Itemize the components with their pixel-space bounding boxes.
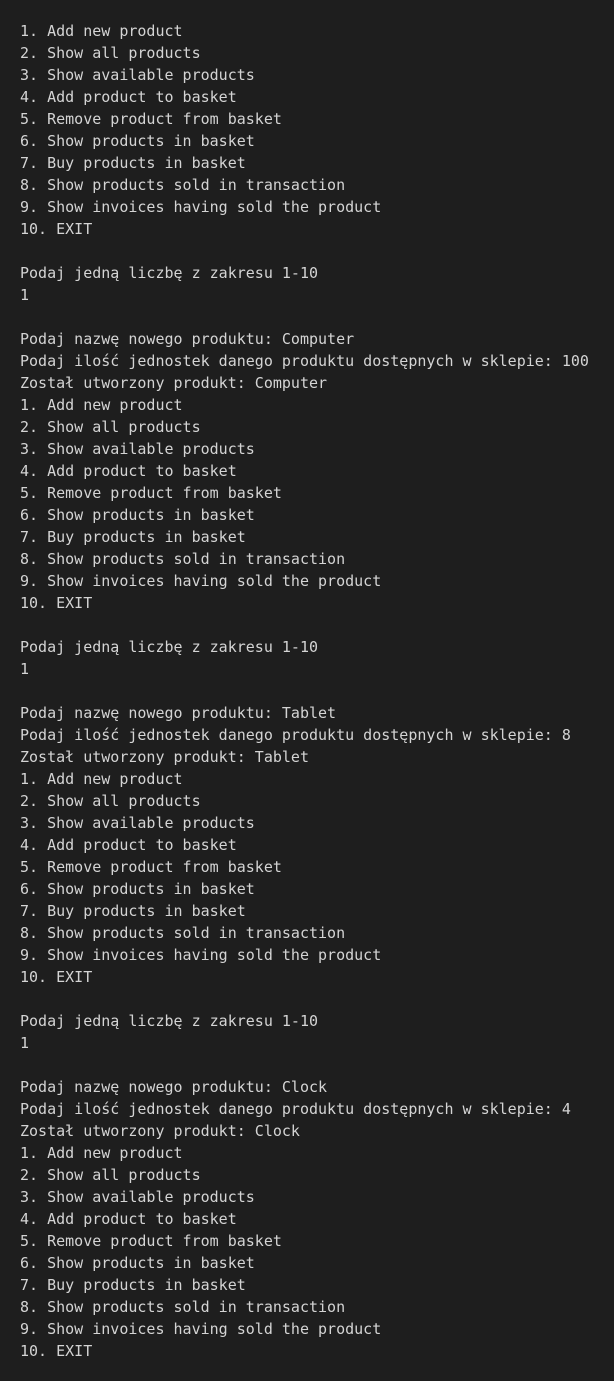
terminal-line: 3. Show available products — [20, 814, 255, 832]
terminal-line: 9. Show invoices having sold the product — [20, 946, 382, 964]
terminal-line: Podaj ilość jednostek danego produktu do… — [20, 1100, 571, 1118]
terminal-line: 3. Show available products — [20, 1188, 255, 1206]
terminal-line: 2. Show all products — [20, 44, 201, 62]
terminal-line: Został utworzony produkt: Clock — [20, 1122, 300, 1140]
terminal-line: Podaj nazwę nowego produktu: Clock — [20, 1078, 328, 1096]
terminal-output[interactable]: 1. Add new product 2. Show all products 3.… — [0, 0, 614, 1381]
terminal-line: 6. Show products in basket — [20, 880, 255, 898]
terminal-line: 1 — [20, 1034, 30, 1052]
terminal-line: 4. Add product to basket — [20, 1210, 237, 1228]
terminal-line: 7. Buy products in basket — [20, 154, 246, 172]
terminal-line: 1. Add new product — [20, 770, 183, 788]
terminal-line: 1. Add new product — [20, 22, 183, 40]
terminal-line: Podaj ilość jednostek danego produktu do… — [20, 352, 589, 370]
terminal-line: 9. Show invoices having sold the product — [20, 198, 382, 216]
terminal-line: 7. Buy products in basket — [20, 902, 246, 920]
terminal-line: 10. EXIT — [20, 968, 93, 986]
terminal-line: Podaj jedną liczbę z zakresu 1-10 — [20, 638, 319, 656]
terminal-line: Podaj ilość jednostek danego produktu do… — [20, 726, 571, 744]
terminal-line: 1 — [20, 660, 30, 678]
terminal-line: Podaj jedną liczbę z zakresu 1-10 — [20, 1012, 319, 1030]
terminal-line: 1 — [20, 286, 30, 304]
terminal-line: Podaj nazwę nowego produktu: Computer — [20, 330, 355, 348]
terminal-line: 1. Add new product — [20, 396, 183, 414]
terminal-line: Podaj nazwę nowego produktu: Tablet — [20, 704, 337, 722]
terminal-line: 5. Remove product from basket — [20, 110, 282, 128]
terminal-line: 5. Remove product from basket — [20, 858, 282, 876]
terminal-line: 9. Show invoices having sold the product — [20, 1320, 382, 1338]
terminal-line: 7. Buy products in basket — [20, 528, 246, 546]
terminal-line: 6. Show products in basket — [20, 1254, 255, 1272]
terminal-line: 10. EXIT — [20, 594, 93, 612]
terminal-line: 8. Show products sold in transaction — [20, 176, 346, 194]
terminal-line: 2. Show all products — [20, 792, 201, 810]
terminal-line: 4. Add product to basket — [20, 88, 237, 106]
terminal-line: 5. Remove product from basket — [20, 484, 282, 502]
terminal-line: Został utworzony produkt: Tablet — [20, 748, 309, 766]
terminal-line: 1. Add new product — [20, 1144, 183, 1162]
terminal-line: 10. EXIT — [20, 1342, 93, 1360]
terminal-line: 9. Show invoices having sold the product — [20, 572, 382, 590]
terminal-line: 8. Show products sold in transaction — [20, 1298, 346, 1316]
terminal-line: 10. EXIT — [20, 220, 93, 238]
terminal-line: 5. Remove product from basket — [20, 1232, 282, 1250]
terminal-line: 8. Show products sold in transaction — [20, 924, 346, 942]
terminal-line: Podaj jedną liczbę z zakresu 1-10 — [20, 264, 319, 282]
terminal-line: 3. Show available products — [20, 440, 255, 458]
terminal-line: 6. Show products in basket — [20, 506, 255, 524]
terminal-line: 2. Show all products — [20, 1166, 201, 1184]
terminal-line: 6. Show products in basket — [20, 132, 255, 150]
terminal-line: 7. Buy products in basket — [20, 1276, 246, 1294]
terminal-line: 8. Show products sold in transaction — [20, 550, 346, 568]
terminal-line: 4. Add product to basket — [20, 462, 237, 480]
terminal-line: 4. Add product to basket — [20, 836, 237, 854]
terminal-line: 2. Show all products — [20, 418, 201, 436]
terminal-line: Został utworzony produkt: Computer — [20, 374, 328, 392]
terminal-line: 3. Show available products — [20, 66, 255, 84]
